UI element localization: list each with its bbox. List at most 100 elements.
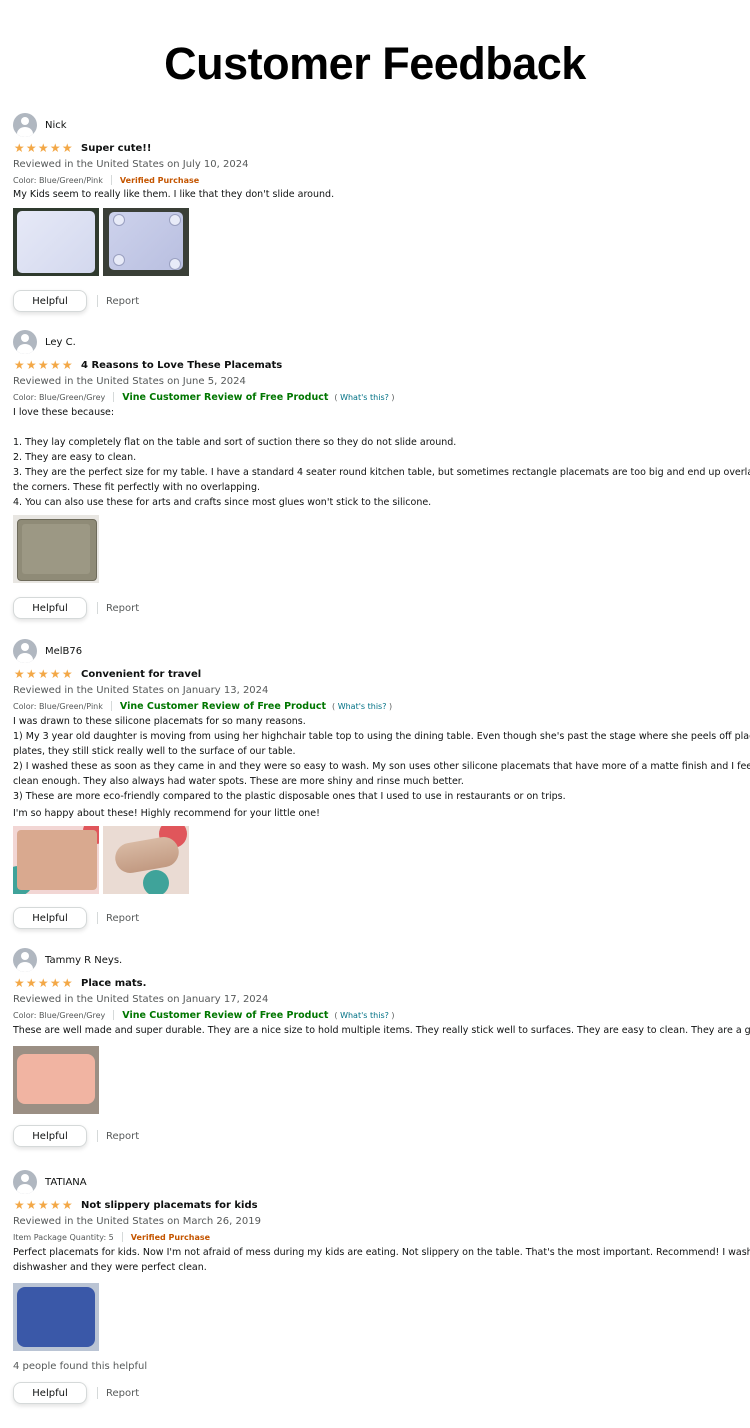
review-text: 3) These are more eco-friendly compared … [13,791,566,802]
review-text: I love these because: [13,407,115,418]
review-image[interactable] [103,208,189,276]
star-icon: ★ [49,1198,61,1212]
review-images [13,208,189,276]
review-title[interactable]: Super cute!! [81,143,151,154]
reviewer-name: Ley C. [45,336,76,348]
review-date: Reviewed in the United States on January… [13,994,269,1005]
review-title[interactable]: 4 Reasons to Love These Placemats [81,360,282,371]
verified-purchase-badge: Verified Purchase [130,1232,211,1242]
avatar [13,948,37,972]
star-icon: ★ [61,667,73,681]
star-icon: ★ [37,667,49,681]
reviewer-profile[interactable]: MelB76 [13,639,82,663]
review-image[interactable] [13,826,99,894]
report-link[interactable]: Report [106,913,139,924]
star-rating: ★ ★ ★ ★ ★ [13,142,73,154]
review-text: I was drawn to these silicone placemats … [13,716,306,727]
divider [113,392,115,402]
helpful-count: 4 people found this helpful [13,1361,148,1372]
review-date: Reviewed in the United States on January… [13,685,269,696]
review-card: Ley C. ★ ★ ★ ★ ★ 4 Reasons to Love These Pla… [13,330,750,630]
variant-info: Color: Blue/Green/Pink [13,175,103,185]
reviewer-profile[interactable]: TATIANA [13,1170,87,1194]
star-icon: ★ [13,976,25,990]
star-rating: ★ ★ ★ ★ ★ [13,668,73,680]
review-card: Tammy R Neys. ★ ★ ★ ★ ★ Place mats. Reviewed… [13,948,750,1148]
review-text: clean enough. They also always had water… [13,776,464,787]
star-rating: ★ ★ ★ ★ ★ [13,359,73,371]
review-body: Perfect placemats for kids. Now I'm not … [13,1245,750,1275]
helpful-button[interactable]: Helpful [13,907,87,929]
review-body: My Kids seem to really like them. I like… [13,187,334,202]
report-link[interactable]: Report [106,296,139,307]
review-image[interactable] [13,208,99,276]
avatar [13,639,37,663]
variant-info: Color: Blue/Green/Grey [13,1010,106,1020]
report-link[interactable]: Report [106,603,139,614]
review-text [13,420,750,435]
page-title: Customer Feedback [164,38,586,89]
whats-this: ( What's this? ) [332,701,393,711]
divider [97,912,98,924]
helpful-button[interactable]: Helpful [13,597,87,619]
whats-this: ( What's this? ) [334,392,395,402]
divider [110,701,112,711]
review-text: the corners. These fit perfectly with no… [13,482,260,493]
review-image[interactable] [13,1046,99,1114]
review-body: I was drawn to these silicone placemats … [13,714,750,821]
variant-info: Color: Blue/Green/Grey [13,392,106,402]
review-text: 2) I washed these as soon as they came i… [13,761,750,772]
reviewer-profile[interactable]: Ley C. [13,330,76,354]
review-text: 4. You can also use these for arts and c… [13,497,432,508]
star-icon: ★ [13,667,25,681]
review-text: 1) My 3 year old daughter is moving from… [13,731,750,742]
reviewer-name: Nick [45,119,67,131]
report-link[interactable]: Report [106,1388,139,1399]
reviewer-name: TATIANA [45,1176,87,1188]
review-text: 3. They are the perfect size for my tabl… [13,467,750,478]
star-icon: ★ [49,976,61,990]
review-date: Reviewed in the United States on March 2… [13,1216,261,1227]
review-image[interactable] [13,1283,99,1351]
review-card: Nick ★ ★ ★ ★ ★ Super cute!! Reviewed in the … [13,113,750,313]
whats-this-link[interactable]: What's this? [338,702,387,711]
helpful-button[interactable]: Helpful [13,1382,87,1404]
review-images [13,826,189,894]
review-text: My Kids seem to really like them. I like… [13,189,335,200]
reviewer-profile[interactable]: Tammy R Neys. [13,948,122,972]
star-icon: ★ [37,141,49,155]
avatar [13,1170,37,1194]
whats-this-link[interactable]: What's this? [340,1011,389,1020]
star-icon: ★ [13,1198,25,1212]
star-icon: ★ [25,141,37,155]
star-icon: ★ [49,141,61,155]
review-title[interactable]: Place mats. [81,978,146,989]
vine-badge: Vine Customer Review of Free Product [122,1009,329,1021]
review-text: 1. They lay completely flat on the table… [13,437,457,448]
star-icon: ★ [61,358,73,372]
star-icon: ★ [61,976,73,990]
star-icon: ★ [37,1198,49,1212]
divider [97,602,98,614]
divider [121,1232,123,1242]
vine-badge: Vine Customer Review of Free Product [119,700,327,712]
helpful-button[interactable]: Helpful [13,290,87,312]
star-icon: ★ [25,358,37,372]
report-link[interactable]: Report [106,1131,139,1142]
star-rating: ★ ★ ★ ★ ★ [13,1199,73,1211]
variant-info: Color: Blue/Green/Pink [13,701,103,711]
helpful-button[interactable]: Helpful [13,1125,87,1147]
star-icon: ★ [61,1198,73,1212]
whats-this-link[interactable]: What's this? [340,393,389,402]
star-rating: ★ ★ ★ ★ ★ [13,977,73,989]
reviewer-name: MelB76 [45,645,83,657]
review-image[interactable] [13,515,99,583]
review-text: I'm so happy about these! Highly recomme… [13,808,320,819]
review-text: dishwasher and they were perfect clean. [13,1262,207,1273]
review-title[interactable]: Not slippery placemats for kids [81,1200,258,1211]
review-image[interactable] [103,826,189,894]
review-title[interactable]: Convenient for travel [81,669,201,680]
review-images [13,1283,99,1351]
review-text: plates, they still stick really well to … [13,746,296,757]
reviewer-profile[interactable]: Nick [13,113,67,137]
